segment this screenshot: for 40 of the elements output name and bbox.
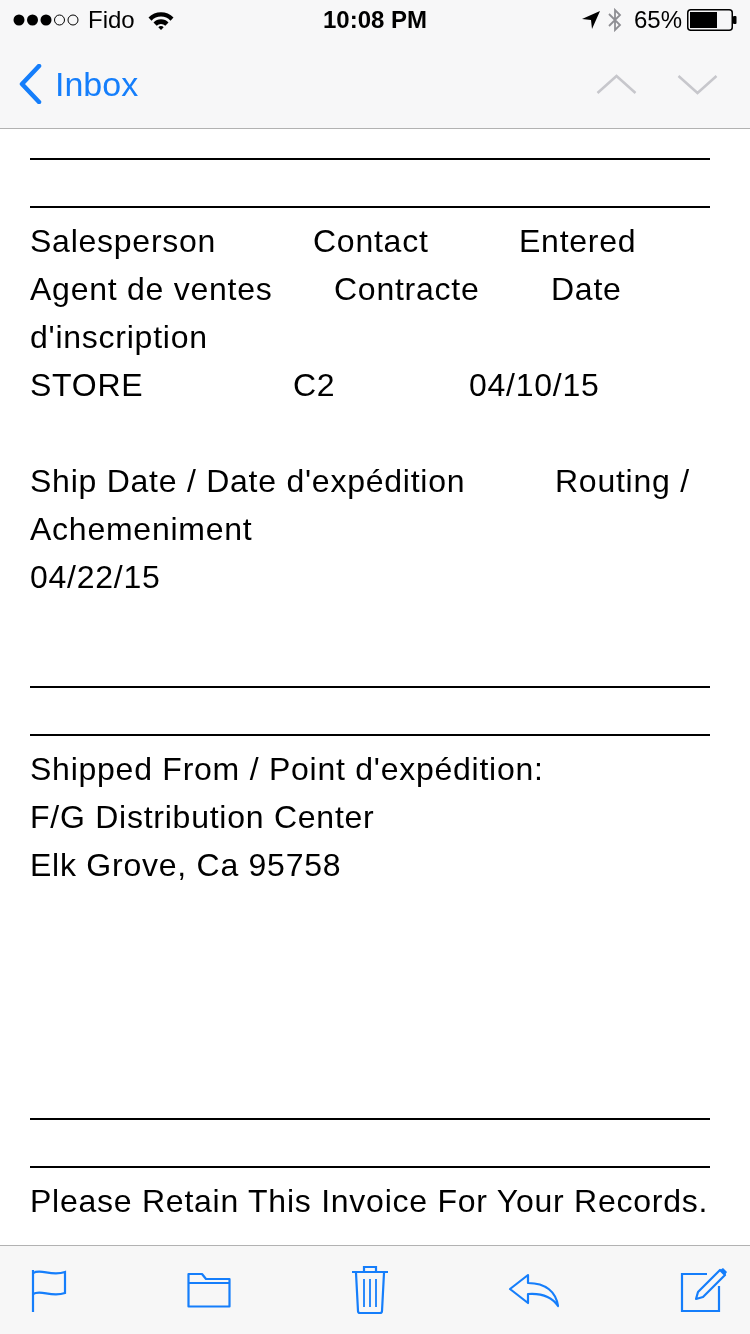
address-line: Elk Grove, Ca 95758	[30, 846, 342, 885]
trash-button[interactable]	[350, 1265, 389, 1315]
column-heading: Contracte	[334, 271, 480, 307]
battery-percentage: 65%	[633, 6, 682, 34]
back-chevron-icon	[17, 64, 43, 104]
signal-icon	[13, 14, 79, 26]
field-value: STORE	[30, 367, 144, 403]
location-arrow-icon	[581, 11, 600, 29]
compose-button[interactable]	[680, 1267, 728, 1313]
field-value: C2	[293, 367, 336, 403]
notice-text: Please Retain This Invoice For Your Records.	[30, 1182, 709, 1221]
column-heading: Salesperson	[30, 223, 217, 259]
column-heading: Agent de ventes	[30, 271, 273, 307]
folder-button[interactable]	[186, 1272, 231, 1308]
bluetooth-icon	[607, 8, 622, 32]
field-value: 04/10/15	[469, 366, 600, 405]
field-value: 04/22/15	[30, 558, 161, 597]
chevron-down-icon	[677, 73, 718, 95]
reply-arrow-icon	[508, 1272, 561, 1308]
carrier-name: Fido	[88, 6, 135, 34]
reply-button[interactable]	[508, 1272, 561, 1308]
column-heading: Routing /	[555, 462, 690, 501]
chevron-up-icon	[596, 73, 637, 95]
column-heading: d'inscription	[30, 318, 208, 357]
folder-icon	[186, 1272, 231, 1308]
battery-icon	[687, 9, 737, 31]
column-heading: Ship Date / Date d'expédition	[30, 463, 466, 499]
flag-icon	[31, 1268, 67, 1312]
column-heading: Contact	[313, 223, 429, 259]
wifi-icon	[147, 10, 174, 30]
column-heading: Date	[551, 270, 622, 309]
address-line: F/G Distribution Center	[30, 798, 375, 837]
column-heading: Entered	[519, 222, 637, 261]
back-button[interactable]: Inbox	[17, 64, 139, 104]
flag-button[interactable]	[31, 1268, 67, 1312]
column-heading: Achemeniment	[30, 510, 253, 549]
status-time: 10:08 PM	[322, 6, 428, 34]
trash-icon	[350, 1265, 389, 1315]
section-heading: Shipped From / Point d'expédition:	[30, 750, 544, 789]
compose-icon	[680, 1267, 728, 1313]
